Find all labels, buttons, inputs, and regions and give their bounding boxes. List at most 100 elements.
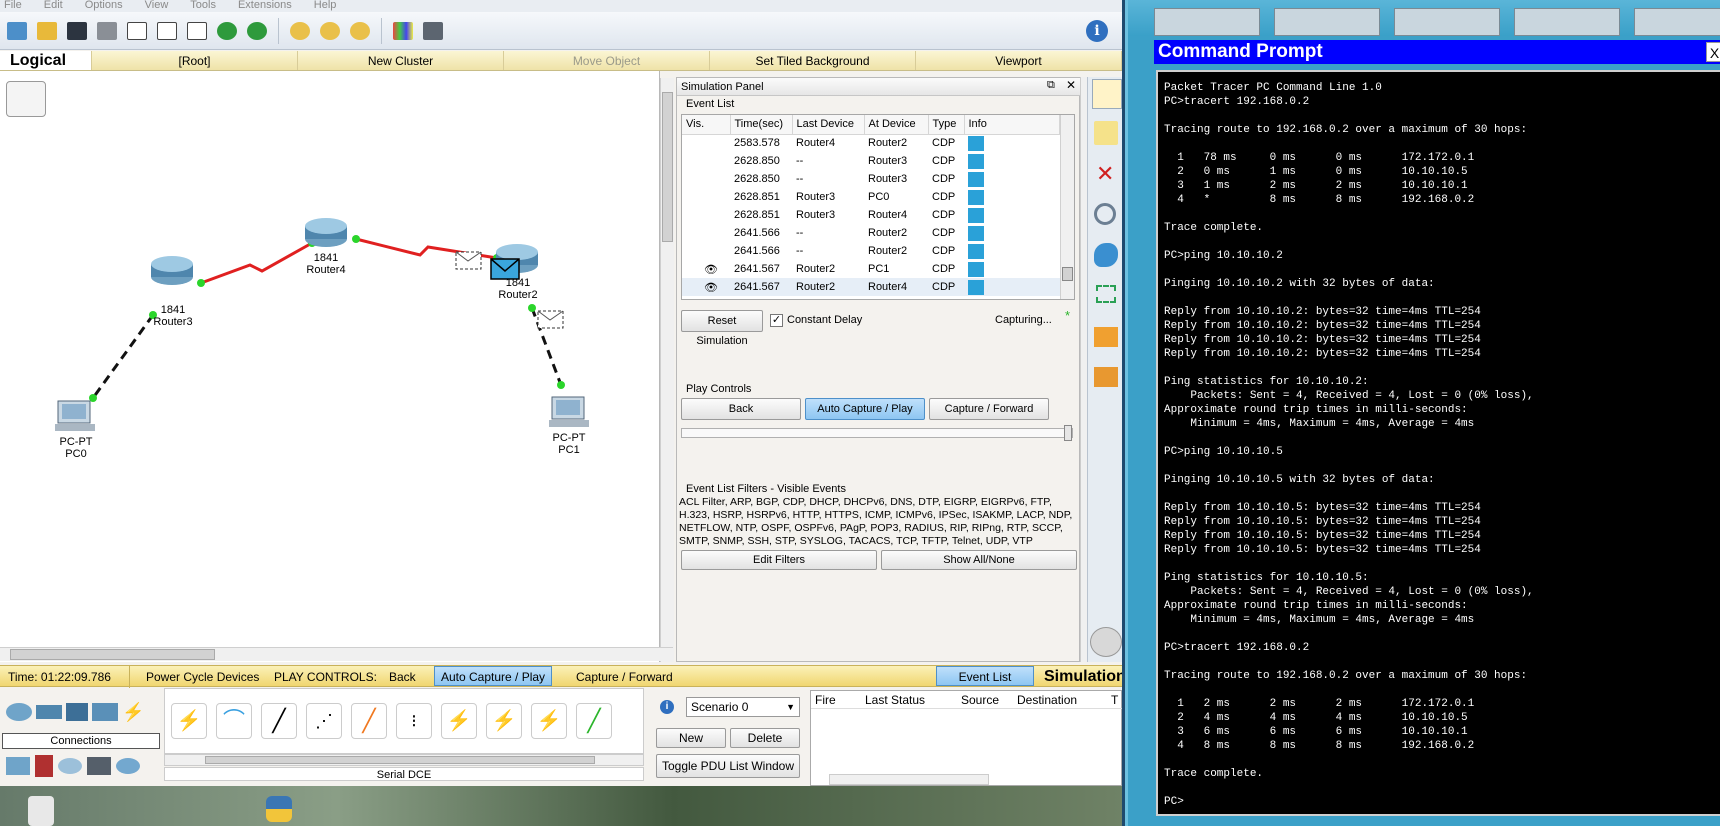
close-icon[interactable]: ✕: [1066, 78, 1076, 92]
activity-wizard-button[interactable]: [124, 18, 150, 44]
draw-shape-tool-icon[interactable]: [1094, 243, 1118, 267]
note-tool-icon[interactable]: [1094, 121, 1118, 145]
menu-tools[interactable]: Tools: [190, 0, 216, 12]
show-all-none-button[interactable]: Show All/None: [881, 550, 1077, 570]
logical-workspace[interactable]: 1841 Router3 1841 Router4 1841 Router2 P…: [0, 71, 660, 662]
info-swatch[interactable]: [968, 135, 984, 151]
delete-tool-icon[interactable]: ✕: [1096, 163, 1114, 185]
router-icon[interactable]: [305, 218, 347, 247]
save-button[interactable]: [64, 18, 90, 44]
new-network-button[interactable]: [4, 18, 30, 44]
envelope-icon[interactable]: [490, 258, 520, 280]
workspace-horizontal-scrollbar[interactable]: [0, 647, 673, 661]
app-icon[interactable]: [1514, 8, 1620, 36]
event-row[interactable]: 2628.850 -- Router3 CDP: [682, 170, 1060, 188]
serial-dte-cable-icon[interactable]: ⚡: [531, 703, 567, 739]
zoom-in-button[interactable]: [287, 18, 313, 44]
constant-delay-checkbox[interactable]: ✓: [770, 314, 783, 327]
palette-button[interactable]: [390, 18, 416, 44]
resize-tool-icon[interactable]: [1096, 285, 1116, 303]
event-row[interactable]: 2641.566 -- Router2 CDP: [682, 224, 1060, 242]
connections-category-icon[interactable]: ⚡: [122, 703, 146, 721]
column-header[interactable]: Fire: [815, 691, 836, 709]
menu-extensions[interactable]: Extensions: [238, 0, 292, 12]
viewport-button[interactable]: Viewport: [916, 51, 1122, 70]
info-swatch[interactable]: [968, 189, 984, 205]
info-cell[interactable]: [964, 206, 1060, 224]
menu-help[interactable]: Help: [314, 0, 337, 12]
scroll-thumb[interactable]: [1062, 267, 1073, 281]
event-row[interactable]: 2628.850 -- Router3 CDP: [682, 152, 1060, 170]
column-header[interactable]: At Device: [864, 115, 929, 135]
app-icon[interactable]: [1154, 8, 1260, 36]
new-cluster-button[interactable]: New Cluster: [298, 51, 504, 70]
crossover-cable-icon[interactable]: ⋰: [306, 703, 342, 739]
visibility-cell[interactable]: 👁: [682, 278, 730, 296]
visibility-cell[interactable]: [682, 134, 730, 152]
info-swatch[interactable]: [968, 279, 984, 295]
toggle-pdu-list-button[interactable]: Toggle PDU List Window: [656, 754, 800, 778]
delete-scenario-button[interactable]: Delete: [730, 728, 800, 748]
add-simple-pdu-icon[interactable]: [1094, 327, 1118, 347]
visibility-cell[interactable]: 👁: [682, 260, 730, 278]
info-icon[interactable]: i: [1086, 20, 1108, 42]
switches-category-icon[interactable]: [36, 705, 62, 719]
bottom-auto-capture-button[interactable]: Auto Capture / Play: [434, 666, 553, 686]
visibility-cell[interactable]: [682, 188, 730, 206]
set-tiled-background-button[interactable]: Set Tiled Background: [710, 51, 916, 70]
inspect-tool-icon[interactable]: [1094, 203, 1116, 225]
column-header[interactable]: Destination: [1017, 691, 1077, 709]
redo-button[interactable]: [244, 18, 270, 44]
column-header[interactable]: Last Device: [792, 115, 865, 135]
app-icon[interactable]: [1634, 8, 1720, 36]
info-icon[interactable]: i: [660, 700, 674, 714]
info-swatch[interactable]: [968, 207, 984, 223]
info-cell[interactable]: [964, 278, 1060, 296]
info-cell[interactable]: [964, 260, 1060, 278]
menu-edit[interactable]: Edit: [44, 0, 63, 12]
root-button[interactable]: [Root]: [92, 51, 298, 70]
info-swatch[interactable]: [968, 243, 984, 259]
paste-button[interactable]: [184, 18, 210, 44]
undo-button[interactable]: [214, 18, 240, 44]
info-swatch[interactable]: [968, 171, 984, 187]
phone-cable-icon[interactable]: ⁝: [396, 703, 432, 739]
event-row[interactable]: 2628.851 Router3 PC0 CDP: [682, 188, 1060, 206]
pdu-list-table[interactable]: Fire Last Status Source Destination T: [810, 690, 1122, 786]
custom-devices-icon[interactable]: [87, 757, 111, 775]
power-cycle-devices-button[interactable]: Power Cycle Devices: [146, 666, 259, 688]
print-button[interactable]: [94, 18, 120, 44]
realtime-simulation-toggle-icon[interactable]: [1090, 627, 1122, 657]
edit-filters-button[interactable]: Edit Filters: [681, 550, 877, 570]
undock-icon[interactable]: ⧉: [1047, 79, 1055, 92]
visibility-cell[interactable]: [682, 224, 730, 242]
pdu-list-scrollbar[interactable]: [829, 774, 989, 785]
event-row[interactable]: 2583.578 Router4 Router2 CDP: [682, 134, 1060, 152]
move-object-button[interactable]: Move Object: [504, 51, 710, 70]
reset-simulation-button[interactable]: Reset Simulation: [681, 310, 763, 347]
info-cell[interactable]: [964, 170, 1060, 188]
taskbar-app-icon[interactable]: [28, 796, 54, 826]
app-icon[interactable]: [1274, 8, 1380, 36]
scroll-thumb[interactable]: [10, 649, 215, 660]
zoom-out-button[interactable]: [347, 18, 373, 44]
serial-dce-cable-icon[interactable]: ⚡: [486, 703, 522, 739]
visibility-cell[interactable]: [682, 242, 730, 260]
event-row[interactable]: 👁 2641.567 Router2 Router4 CDP: [682, 278, 1060, 296]
add-complex-pdu-icon[interactable]: [1094, 367, 1118, 387]
fiber-cable-icon[interactable]: ╱: [351, 703, 387, 739]
info-cell[interactable]: [964, 188, 1060, 206]
column-header[interactable]: Info: [964, 115, 1060, 135]
info-cell[interactable]: [964, 134, 1060, 152]
copy-button[interactable]: [154, 18, 180, 44]
scenario-select[interactable]: Scenario 0 ▼: [686, 697, 800, 717]
new-scenario-button[interactable]: New: [656, 728, 726, 748]
bottom-back-button[interactable]: Back: [389, 666, 416, 688]
close-button[interactable]: X: [1706, 42, 1720, 62]
pc-icon[interactable]: [549, 396, 589, 427]
visibility-cell[interactable]: [682, 152, 730, 170]
event-row[interactable]: 2641.566 -- Router2 CDP: [682, 242, 1060, 260]
octal-cable-icon[interactable]: ╱: [576, 703, 612, 739]
column-header[interactable]: T: [1111, 691, 1118, 709]
select-tool-icon[interactable]: [1092, 79, 1122, 109]
